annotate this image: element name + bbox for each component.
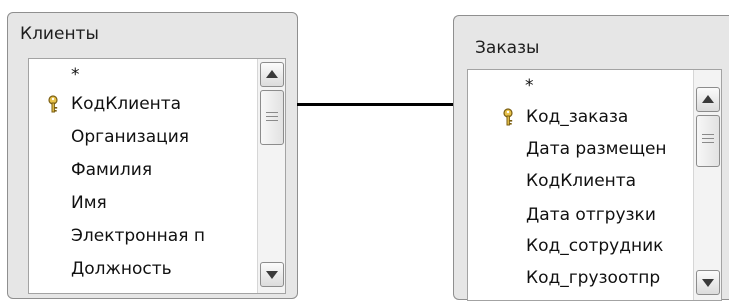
- field-row[interactable]: Дата отгрузки: [468, 202, 693, 228]
- field-name: Организация: [71, 127, 189, 147]
- field-row[interactable]: Код_грузоотпр: [468, 265, 693, 291]
- field-name: КодКлиента: [526, 171, 637, 191]
- table-orders-field-list[interactable]: * Код_заказа Дата размещен КодКлиента Да…: [467, 69, 722, 301]
- field-row[interactable]: КодКлиента: [29, 91, 257, 117]
- field-name: Должность: [71, 259, 172, 279]
- scroll-down-button[interactable]: [696, 270, 720, 295]
- scroll-up-button[interactable]: [696, 87, 720, 112]
- table-orders[interactable]: Заказы * Код_заказа Дата размещен КодКли…: [453, 15, 729, 301]
- table-clients-field-list[interactable]: * КодКлиента Организация Фамилия Имя Эле…: [28, 58, 286, 294]
- field-row[interactable]: Должность: [29, 256, 257, 282]
- field-name: КодКлиента: [71, 94, 182, 114]
- arrow-down-icon: [702, 279, 714, 287]
- field-name: Код_сотрудник: [526, 236, 664, 256]
- field-row[interactable]: *: [29, 62, 257, 88]
- table-clients-scrollbar[interactable]: [257, 59, 285, 293]
- table-clients-title[interactable]: Клиенты: [20, 24, 99, 44]
- relationship-line[interactable]: [297, 103, 453, 106]
- arrow-down-icon: [266, 271, 278, 279]
- arrow-up-icon: [266, 70, 278, 78]
- grip-line: [702, 138, 714, 139]
- scroll-up-button[interactable]: [260, 62, 284, 87]
- table-orders-title[interactable]: Заказы: [475, 38, 539, 58]
- relationships-canvas: Клиенты * КодКлиента Организация Фамилия: [0, 0, 729, 302]
- field-name: *: [525, 76, 534, 96]
- grip-line: [266, 112, 278, 113]
- arrow-up-icon: [702, 95, 714, 103]
- field-name: Дата отгрузки: [526, 205, 656, 225]
- field-name: Фамилия: [71, 160, 153, 180]
- field-row[interactable]: Имя: [29, 190, 257, 216]
- grip-line: [266, 120, 278, 121]
- field-row[interactable]: Код_сотрудник: [468, 233, 693, 259]
- key-icon: [503, 108, 513, 126]
- table-orders-scrollbar[interactable]: [693, 70, 721, 300]
- field-name: Электронная п: [71, 226, 205, 246]
- field-row[interactable]: Код_заказа: [468, 104, 693, 130]
- field-row[interactable]: КодКлиента: [468, 168, 693, 194]
- scroll-thumb[interactable]: [260, 90, 284, 145]
- field-row[interactable]: *: [468, 73, 693, 99]
- key-icon: [48, 95, 58, 113]
- grip-line: [702, 142, 714, 143]
- field-row[interactable]: Организация: [29, 124, 257, 150]
- grip-line: [266, 116, 278, 117]
- field-name: Код_заказа: [526, 107, 629, 127]
- field-row[interactable]: Дата размещен: [468, 136, 693, 162]
- field-name: Имя: [71, 193, 107, 213]
- field-row[interactable]: Фамилия: [29, 157, 257, 183]
- field-name: Дата размещен: [526, 139, 667, 159]
- field-name: Код_грузоотпр: [526, 268, 661, 288]
- field-row[interactable]: Электронная п: [29, 223, 257, 249]
- table-clients[interactable]: Клиенты * КодКлиента Организация Фамилия: [7, 12, 298, 299]
- field-name: *: [71, 65, 80, 85]
- scroll-thumb[interactable]: [696, 115, 720, 167]
- grip-line: [702, 134, 714, 135]
- scroll-down-button[interactable]: [260, 262, 284, 287]
